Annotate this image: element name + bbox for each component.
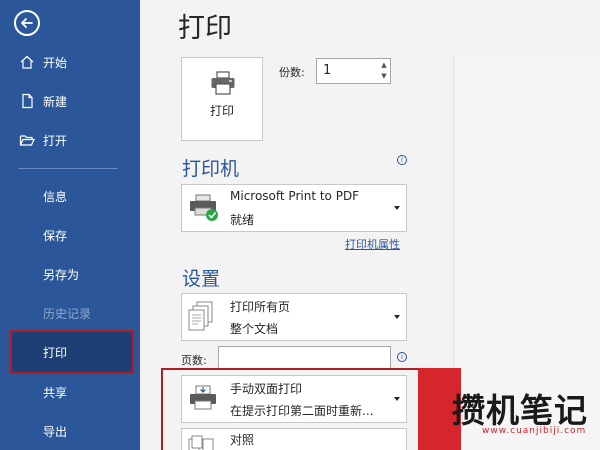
manual-duplex-icon bbox=[187, 384, 221, 418]
sidebar-item-open[interactable]: 打开 bbox=[0, 122, 140, 158]
watermark-url: www.cuanjibiji.com bbox=[482, 426, 587, 436]
page-title: 打印 bbox=[178, 13, 232, 44]
duplex-select[interactable]: 手动双面打印 在提示打印第二面时重新... bbox=[181, 375, 407, 423]
collate-icon bbox=[187, 435, 217, 450]
chevron-down-icon bbox=[394, 206, 400, 210]
settings-section-title: 设置 bbox=[182, 268, 221, 290]
chevron-down-icon bbox=[394, 397, 400, 401]
back-arrow-icon bbox=[21, 18, 33, 28]
printer-icon bbox=[210, 71, 236, 99]
chevron-up-icon[interactable]: ▲ bbox=[378, 60, 390, 71]
sidebar-item-home[interactable]: 开始 bbox=[0, 44, 140, 80]
print-button[interactable]: 打印 bbox=[181, 57, 263, 141]
pages-icon bbox=[187, 300, 217, 338]
pages-input[interactable] bbox=[218, 346, 391, 370]
sidebar-item-export[interactable]: 导出 bbox=[0, 413, 140, 449]
sidebar-item-label: 新建 bbox=[43, 94, 68, 109]
print-range-sub: 整个文档 bbox=[230, 322, 279, 336]
sidebar-divider bbox=[18, 168, 118, 169]
sidebar-item-label: 打印 bbox=[43, 345, 68, 360]
printer-name: Microsoft Print to PDF bbox=[230, 189, 360, 203]
sidebar-item-new[interactable]: 新建 bbox=[0, 83, 140, 119]
chevron-down-icon[interactable]: ▼ bbox=[378, 71, 390, 82]
sidebar-item-label: 保存 bbox=[43, 228, 68, 243]
duplex-sub: 在提示打印第二面时重新... bbox=[230, 404, 374, 418]
collate-select[interactable]: 对照 bbox=[181, 428, 407, 450]
print-button-label: 打印 bbox=[209, 104, 234, 118]
sidebar-item-history: 历史记录 bbox=[0, 295, 140, 331]
sidebar-item-label: 导出 bbox=[43, 424, 68, 439]
printer-ready-icon bbox=[187, 193, 221, 227]
sidebar-item-save[interactable]: 保存 bbox=[0, 217, 140, 253]
watermark: 攒机笔记 www.cuanjibiji.com bbox=[418, 368, 600, 450]
back-button[interactable] bbox=[14, 10, 40, 36]
sidebar-item-info[interactable]: 信息 bbox=[0, 178, 140, 214]
sidebar-item-share[interactable]: 共享 bbox=[0, 374, 140, 410]
sidebar-item-label: 历史记录 bbox=[43, 306, 92, 321]
duplex-main: 手动双面打印 bbox=[230, 382, 303, 396]
printer-section-title: 打印机 bbox=[182, 158, 240, 180]
info-icon[interactable]: i bbox=[397, 155, 407, 165]
sidebar-item-label: 信息 bbox=[43, 189, 68, 204]
sidebar-item-save-as[interactable]: 另存为 bbox=[0, 256, 140, 292]
printer-status: 就绪 bbox=[230, 213, 255, 227]
chevron-down-icon bbox=[394, 315, 400, 319]
sidebar-item-label: 另存为 bbox=[43, 267, 80, 282]
info-icon[interactable]: i bbox=[397, 352, 407, 362]
folder-open-icon bbox=[19, 132, 35, 148]
copies-stepper[interactable]: ▲ ▼ bbox=[378, 60, 390, 82]
sidebar-item-label: 打开 bbox=[43, 133, 68, 148]
sidebar-item-label: 共享 bbox=[43, 385, 68, 400]
sidebar-item-label: 开始 bbox=[43, 55, 68, 70]
home-icon bbox=[19, 54, 35, 70]
printer-properties-link[interactable]: 打印机属性 bbox=[345, 236, 400, 252]
print-range-select[interactable]: 打印所有页 整个文档 bbox=[181, 293, 407, 341]
copies-label: 份数: bbox=[279, 66, 305, 79]
sidebar-item-print[interactable]: 打印 bbox=[0, 334, 140, 370]
new-document-icon bbox=[19, 93, 35, 109]
print-range-main: 打印所有页 bbox=[230, 300, 291, 314]
watermark-text: 攒机笔记 bbox=[452, 391, 588, 430]
printer-select[interactable]: Microsoft Print to PDF 就绪 bbox=[181, 184, 407, 232]
pages-label: 页数: bbox=[181, 354, 207, 367]
collate-main: 对照 bbox=[230, 433, 255, 447]
backstage-sidebar: 开始 新建 打开 信息 保存 另存为 历史记录 打印 共享 导出 bbox=[0, 0, 140, 450]
